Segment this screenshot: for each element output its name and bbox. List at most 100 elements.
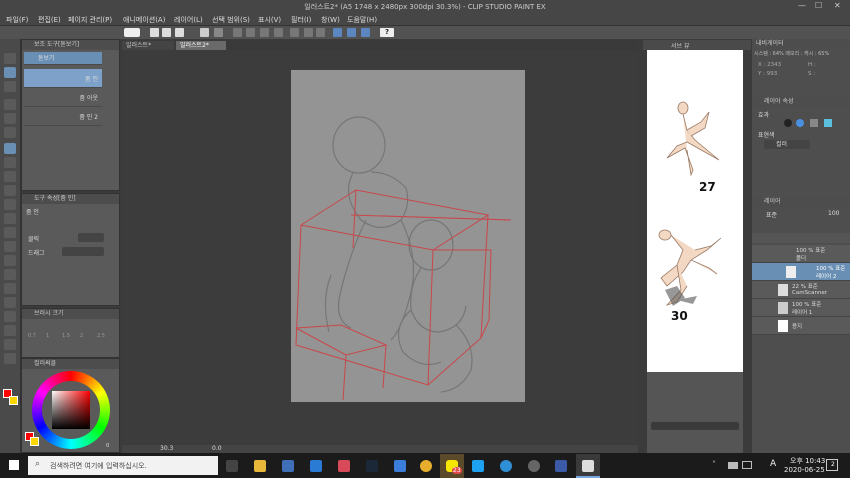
clip-studio-paint-button[interactable] [576, 454, 600, 478]
sub-color-chip[interactable] [30, 437, 39, 446]
select-rect-icon[interactable] [4, 99, 16, 110]
zoom-readout[interactable]: 30.3 [160, 445, 173, 452]
brush-size-2[interactable]: 1.5 [62, 333, 70, 339]
help-icon[interactable]: ? [380, 28, 394, 37]
close-button[interactable]: ✕ [834, 1, 841, 10]
twitter-icon[interactable] [472, 460, 484, 472]
chrome-icon[interactable] [420, 460, 432, 472]
windows-start-icon[interactable] [9, 460, 19, 470]
subview-tab[interactable]: 서브 뷰 [671, 41, 689, 50]
line-correct-icon[interactable] [4, 339, 16, 350]
menu-help[interactable]: 도움말(H) [347, 15, 377, 25]
deselect-icon[interactable] [274, 28, 283, 37]
menu-page[interactable]: 페이지 관리(P) [68, 15, 112, 25]
edge-new-icon[interactable] [500, 460, 512, 472]
balloon-icon[interactable] [4, 325, 16, 336]
new-file-icon[interactable] [150, 28, 159, 37]
maximize-button[interactable]: ☐ [815, 1, 822, 10]
subtool-group-zoom[interactable]: 돋보기 [24, 52, 102, 65]
undo-icon[interactable] [200, 28, 209, 37]
correction-icon[interactable] [4, 353, 16, 364]
figure-icon[interactable] [4, 269, 16, 280]
pen-icon[interactable] [4, 143, 16, 154]
clock-date[interactable]: 2020-06-25 [784, 466, 825, 474]
tab-illust1[interactable]: 일러스트* [122, 41, 174, 50]
transform-icon[interactable] [246, 28, 255, 37]
edge-icon[interactable] [310, 460, 322, 472]
steam-icon[interactable] [366, 460, 378, 472]
sub-color-icon[interactable] [9, 396, 18, 405]
brush-size-4[interactable]: 2.5 [97, 333, 105, 339]
subtool-zoom-in-2[interactable]: 줌 인 2 [24, 107, 102, 126]
gradient-icon[interactable] [4, 255, 16, 266]
effect-border-icon[interactable] [784, 119, 792, 127]
clear-icon[interactable] [233, 28, 242, 37]
menu-animation[interactable]: 애니메이션(A) [123, 15, 165, 25]
eraser-icon[interactable] [4, 213, 16, 224]
layer-item[interactable]: 100 % 표준 폴더 [752, 245, 850, 263]
display-color-select[interactable]: 컬러 [764, 140, 810, 149]
minimize-button[interactable]: — [798, 1, 806, 10]
menu-window[interactable]: 창(W) [321, 15, 340, 25]
snap-grid-icon[interactable] [361, 28, 370, 37]
app-icon[interactable] [338, 460, 350, 472]
tab-illust2[interactable]: 일러스트2* [176, 41, 226, 50]
clock-time[interactable]: 오후 10:43 [790, 456, 825, 466]
menu-selection[interactable]: 선택 범위(S) [212, 15, 250, 25]
app-icon-2[interactable] [555, 460, 567, 472]
decoration-icon[interactable] [4, 199, 16, 210]
open-file-icon[interactable] [162, 28, 171, 37]
brush-icon[interactable] [4, 171, 16, 182]
airbrush-icon[interactable] [4, 185, 16, 196]
taskbar-search[interactable]: ⌕ 검색하려면 여기에 입력하십시오. [28, 456, 218, 475]
subtool-zoom-out[interactable]: 줌 아웃 [24, 88, 102, 107]
brush-size-1[interactable]: 1 [46, 333, 49, 339]
layer-opacity[interactable]: 100 [828, 210, 839, 217]
task-view-icon[interactable] [226, 460, 238, 472]
brush-size-3[interactable]: 2 [80, 333, 83, 339]
kakaotalk-button[interactable]: 23 [440, 454, 464, 478]
saturation-square[interactable] [52, 391, 90, 429]
fill-bucket-icon[interactable] [4, 241, 16, 252]
canvas-paper[interactable] [291, 70, 525, 402]
effect-color-icon[interactable] [824, 119, 832, 127]
pencil-icon[interactable] [4, 157, 16, 168]
angle-readout[interactable]: 0.0 [212, 445, 222, 452]
click-setting[interactable] [78, 233, 104, 242]
save-icon[interactable] [175, 28, 184, 37]
crop-icon[interactable] [290, 28, 299, 37]
blend-mode-select[interactable]: 표준 [766, 210, 777, 219]
clip-studio-icon[interactable] [124, 28, 140, 37]
text-icon[interactable] [4, 311, 16, 322]
store-icon[interactable] [282, 460, 294, 472]
fill-icon[interactable] [260, 28, 269, 37]
mail-icon[interactable] [394, 460, 406, 472]
snap-ruler-icon[interactable] [333, 28, 342, 37]
blend-icon[interactable] [4, 227, 16, 238]
menu-edit[interactable]: 편집(E) [38, 15, 61, 25]
menu-file[interactable]: 파일(F) [6, 15, 28, 25]
eyedropper-icon[interactable] [4, 127, 16, 138]
volume-icon[interactable] [742, 461, 752, 469]
battery-icon[interactable] [728, 462, 738, 469]
menu-filter[interactable]: 필터(I) [291, 15, 311, 25]
clip-studio-launcher-icon[interactable] [528, 460, 540, 472]
show-selection-icon[interactable] [316, 28, 325, 37]
ruler-icon[interactable] [4, 297, 16, 308]
hand-icon[interactable] [4, 53, 16, 64]
effect-pattern-icon[interactable] [810, 119, 818, 127]
effect-tone-icon[interactable] [796, 119, 804, 127]
frame-icon[interactable] [4, 283, 16, 294]
subtool-zoom-in[interactable]: 줌 인 [24, 69, 102, 88]
drag-setting[interactable] [62, 247, 104, 256]
redo-icon[interactable] [214, 28, 223, 37]
zoom-icon[interactable] [4, 67, 16, 78]
file-explorer-icon[interactable] [254, 460, 266, 472]
layer-item-active[interactable]: 100 % 표준 레이어 2 [752, 263, 850, 281]
layer-item[interactable]: 22 % 표준 CamScanner [752, 281, 850, 299]
tab-subview[interactable]: 내비게이터 [756, 40, 784, 47]
chevron-up-icon[interactable]: ˄ [712, 460, 716, 469]
layer-item[interactable]: 100 % 표준 레이어 1 [752, 299, 850, 317]
move-icon[interactable] [4, 81, 16, 92]
snap-ruler2-icon[interactable] [347, 28, 356, 37]
